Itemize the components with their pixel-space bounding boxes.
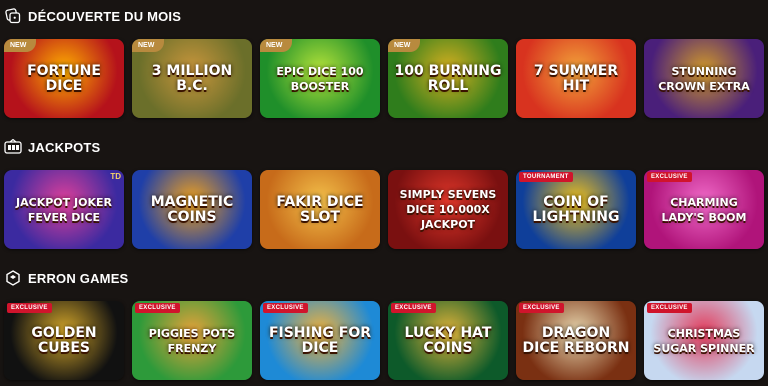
game-title: FAKIR DICE SLOT	[276, 193, 364, 225]
new-badge: NEW	[260, 39, 293, 52]
section-header: DÉCOUVERTE DU MOIS	[4, 6, 181, 26]
game-tile[interactable]: EXCLUSIVE FISHING FOR DICE	[260, 301, 380, 380]
new-badge: NEW	[4, 39, 37, 52]
exclusive-badge: EXCLUSIVE	[7, 303, 52, 313]
section-header: ERRON GAMES	[4, 268, 128, 288]
jackpot-icon	[4, 138, 22, 156]
game-tile[interactable]: NEW 3 MILLION B.C.	[132, 39, 252, 118]
new-badge: NEW	[388, 39, 421, 52]
game-title: STUNNING CROWN EXTRA	[658, 64, 750, 93]
game-title: Charming Lady's Boom	[661, 195, 747, 224]
exclusive-badge: EXCLUSIVE	[135, 303, 180, 313]
exclusive-badge: EXCLUSIVE	[647, 172, 692, 182]
game-title: CHRISTMAS SUGAR SPINNER	[653, 326, 755, 355]
game-title: MAGNETIC COINS	[150, 193, 234, 225]
game-title: Epic Dice 100 Booster	[276, 64, 364, 93]
game-tile[interactable]: TD Jackpot Joker Fever Dice	[4, 170, 124, 249]
section-header: JACKPOTS	[4, 137, 100, 157]
game-tile[interactable]: STUNNING CROWN EXTRA	[644, 39, 764, 118]
game-tile[interactable]: EXCLUSIVE DRAGON DICE REBORN	[516, 301, 636, 380]
game-tile[interactable]: FAKIR DICE SLOT	[260, 170, 380, 249]
game-tile[interactable]: MAGNETIC COINS	[132, 170, 252, 249]
game-title: 7 SUMMER HIT	[533, 62, 619, 94]
game-title: 3 MILLION B.C.	[151, 62, 233, 94]
game-tile[interactable]: TOURNAMENT COIN OF LIGHTNING	[516, 170, 636, 249]
td-badge: TD	[110, 172, 121, 181]
game-title: PIGGIES POTS FRENZY	[148, 326, 236, 355]
game-title: COIN OF LIGHTNING	[532, 193, 620, 225]
game-tile[interactable]: 7 SUMMER HIT	[516, 39, 636, 118]
exclusive-badge: EXCLUSIVE	[391, 303, 436, 313]
exclusive-badge: EXCLUSIVE	[519, 303, 564, 313]
game-row: EXCLUSIVE GOLDEN CUBES EXCLUSIVE PIGGIES PO…	[4, 301, 764, 380]
dice-icon	[4, 7, 22, 25]
erron-icon	[4, 269, 22, 287]
tournament-badge: TOURNAMENT	[519, 172, 573, 182]
exclusive-badge: EXCLUSIVE	[647, 303, 692, 313]
section-title: ERRON GAMES	[28, 270, 129, 286]
section-title: JACKPOTS	[28, 139, 101, 155]
game-title: DRAGON DICE REBORN	[522, 324, 630, 356]
game-tile[interactable]: EXCLUSIVE PIGGIES POTS FRENZY	[132, 301, 252, 380]
section-title: DÉCOUVERTE DU MOIS	[28, 8, 182, 24]
game-title: FORTUNE DICE	[27, 62, 101, 94]
game-tile[interactable]: EXCLUSIVE CHRISTMAS SUGAR SPINNER	[644, 301, 764, 380]
game-tile[interactable]: NEW 100 BURNING ROLL	[388, 39, 508, 118]
game-title: SIMPLY SEVENS DICE 10.000x JACKPOT	[399, 188, 497, 231]
game-tile[interactable]: EXCLUSIVE GOLDEN CUBES	[4, 301, 124, 380]
game-title: GOLDEN CUBES	[31, 324, 97, 356]
game-row: TD Jackpot Joker Fever Dice MAGNETIC COINS…	[4, 170, 764, 249]
game-tile[interactable]: NEW Epic Dice 100 Booster	[260, 39, 380, 118]
game-title: Jackpot Joker Fever Dice	[16, 195, 112, 224]
game-tile[interactable]: NEW FORTUNE DICE	[4, 39, 124, 118]
game-title: 100 BURNING ROLL	[394, 62, 502, 94]
new-badge: NEW	[132, 39, 165, 52]
game-tile[interactable]: EXCLUSIVE LUCKY HAT COINS	[388, 301, 508, 380]
game-tile[interactable]: EXCLUSIVE Charming Lady's Boom	[644, 170, 764, 249]
game-title: LUCKY HAT COINS	[404, 324, 492, 356]
game-title: FISHING FOR DICE	[268, 324, 372, 356]
exclusive-badge: EXCLUSIVE	[263, 303, 308, 313]
game-tile[interactable]: SIMPLY SEVENS DICE 10.000x JACKPOT	[388, 170, 508, 249]
game-row: NEW FORTUNE DICE NEW 3 MILLION B.C. NEW Epic …	[4, 39, 764, 118]
